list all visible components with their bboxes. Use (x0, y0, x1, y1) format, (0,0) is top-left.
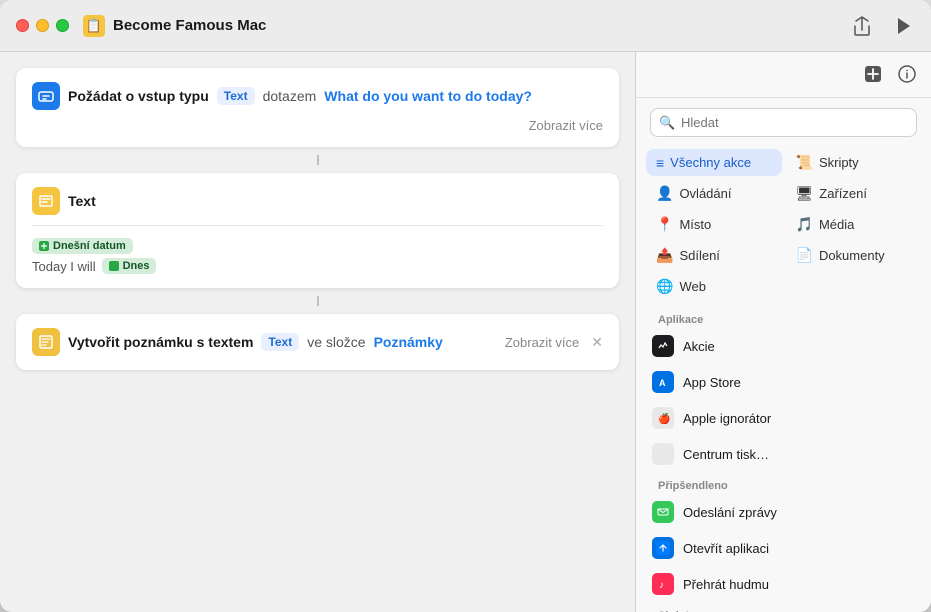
pill-all-actions[interactable]: ≡ Všechny akce (646, 149, 782, 176)
list-item-centrum[interactable]: Centrum tisk… (644, 436, 923, 472)
apple-icon: 🍎 (652, 407, 674, 429)
centrum-label: Centrum tisk… (683, 447, 915, 462)
list-item-open-app[interactable]: Otevřít aplikaci (644, 530, 923, 566)
section-apps: Aplikace (644, 306, 923, 328)
main-window: 📋 Become Famous Mac (0, 0, 931, 612)
titlebar: 📋 Become Famous Mac (0, 0, 931, 52)
pill-web[interactable]: 🌐 Web (646, 273, 782, 300)
card1-icon (32, 82, 60, 110)
list-item-akcie[interactable]: Akcie (644, 328, 923, 364)
card2-body: Dnešní datum Today I will Dnes (32, 225, 603, 274)
card1-middle: dotazem (263, 88, 317, 104)
documents-icon: 📄 (796, 247, 813, 264)
open-app-label: Otevřít aplikaci (683, 541, 915, 556)
web-icon: 🌐 (656, 278, 673, 295)
card1-title: Požádat o vstup typu (68, 88, 209, 104)
traffic-lights (16, 19, 69, 32)
add-action-button[interactable] (863, 64, 883, 89)
section-scripts: Skripty (644, 602, 923, 612)
maximize-button[interactable] (56, 19, 69, 32)
app-icon: 📋 (83, 15, 105, 37)
close-button[interactable] (16, 19, 29, 32)
card2-title: Text (68, 193, 96, 209)
action-card-text: Text Dnešní datum Today I will Dnes (16, 173, 619, 288)
pill-documents[interactable]: 📄 Dokumenty (786, 242, 922, 269)
card3-middle: ve složce (307, 334, 365, 350)
list-icon: ≡ (656, 155, 664, 171)
send-msg-label: Odeslání zprávy (683, 505, 915, 520)
media-icon: 🎵 (796, 216, 813, 233)
control-icon: 👤 (656, 185, 673, 202)
search-bar: 🔍 (650, 108, 917, 137)
akcie-label: Akcie (683, 339, 915, 354)
search-icon: 🔍 (659, 115, 675, 131)
card2-text-row: Today I will Dnes (32, 258, 603, 274)
card2-date-label: Dnešní datum (53, 240, 126, 252)
devices-icon: 🖥 (796, 185, 814, 202)
minimize-button[interactable] (36, 19, 49, 32)
card2-body-text: Today I will (32, 259, 96, 274)
card1-show-more[interactable]: Zobrazit více (529, 118, 603, 133)
connector-1 (16, 155, 619, 165)
connector-2 (16, 296, 619, 306)
content-area: Požádat o vstup typu Text dotazem What d… (0, 52, 931, 612)
svg-text:♪: ♪ (659, 580, 664, 591)
send-msg-icon (652, 501, 674, 523)
play-button[interactable] (893, 13, 915, 39)
card3-close[interactable]: ✕ (591, 334, 603, 351)
window-title: Become Famous Mac (113, 17, 849, 34)
scripts-icon: 📜 (796, 154, 813, 171)
apple-label: Apple ignorátor (683, 411, 915, 426)
svg-text:A: A (659, 378, 666, 388)
pill-sharing[interactable]: 📤 Sdílení (646, 242, 782, 269)
card1-badge[interactable]: Text (217, 87, 255, 105)
sharing-icon: 📤 (656, 247, 673, 264)
list-item-apple[interactable]: 🍎 Apple ignorátor (644, 400, 923, 436)
titlebar-actions (849, 12, 915, 40)
app-store-label: App Store (683, 375, 915, 390)
section-pinned: Připšendleno (644, 472, 923, 494)
card1-link[interactable]: What do you want to do today? (324, 88, 532, 104)
card3-header: Vytvořit poznámku s textem Text ve složc… (32, 328, 603, 356)
action-card-create-note: Vytvořit poznámku s textem Text ve složc… (16, 314, 619, 370)
svg-text:🍎: 🍎 (658, 412, 670, 425)
card2-icon (32, 187, 60, 215)
info-button[interactable] (897, 64, 917, 89)
list-item-play-music[interactable]: ♪ Přehrát hudmu (644, 566, 923, 602)
card3-title: Vytvořit poznámku s textem (68, 334, 253, 350)
card3-show-more[interactable]: Zobrazit více (505, 335, 579, 350)
pill-scripts[interactable]: 📜 Skripty (786, 149, 922, 176)
pill-devices[interactable]: 🖥 Zařízení (786, 180, 922, 207)
akcie-icon (652, 335, 674, 357)
play-music-label: Přehrát hudmu (683, 577, 915, 592)
location-icon: 📍 (656, 216, 673, 233)
pill-location[interactable]: 📍 Místo (646, 211, 782, 238)
share-button[interactable] (849, 12, 875, 40)
centrum-icon (652, 443, 674, 465)
list-item-send-msg[interactable]: Odeslání zprávy (644, 494, 923, 530)
card3-link[interactable]: Poznámky (374, 334, 443, 350)
list-item-app-store[interactable]: A App Store (644, 364, 923, 400)
pill-control[interactable]: 👤 Ovládání (646, 180, 782, 207)
play-music-icon: ♪ (652, 573, 674, 595)
card3-badge[interactable]: Text (261, 333, 299, 351)
open-app-icon (652, 537, 674, 559)
action-card-ask-input: Požádat o vstup typu Text dotazem What d… (16, 68, 619, 147)
actions-sidebar: 🔍 ≡ Všechny akce 📜 Skripty 👤 Ovládání (635, 52, 931, 612)
card2-header: Text (32, 187, 603, 215)
workflow-panel: Požádat o vstup typu Text dotazem What d… (0, 52, 635, 612)
card2-body-row: Dnešní datum (32, 238, 603, 254)
card2-body-label: Dnešní datum (32, 238, 133, 254)
app-store-icon: A (652, 371, 674, 393)
card3-icon (32, 328, 60, 356)
sidebar-header (636, 52, 931, 98)
action-list: Aplikace Akcie A App Store 🍎 (636, 306, 931, 612)
card2-today-badge: Dnes (102, 258, 157, 274)
category-pills: ≡ Všechny akce 📜 Skripty 👤 Ovládání 🖥 Za… (636, 143, 931, 306)
search-input[interactable] (650, 108, 917, 137)
pill-media[interactable]: 🎵 Média (786, 211, 922, 238)
card1-header: Požádat o vstup typu Text dotazem What d… (32, 82, 603, 133)
